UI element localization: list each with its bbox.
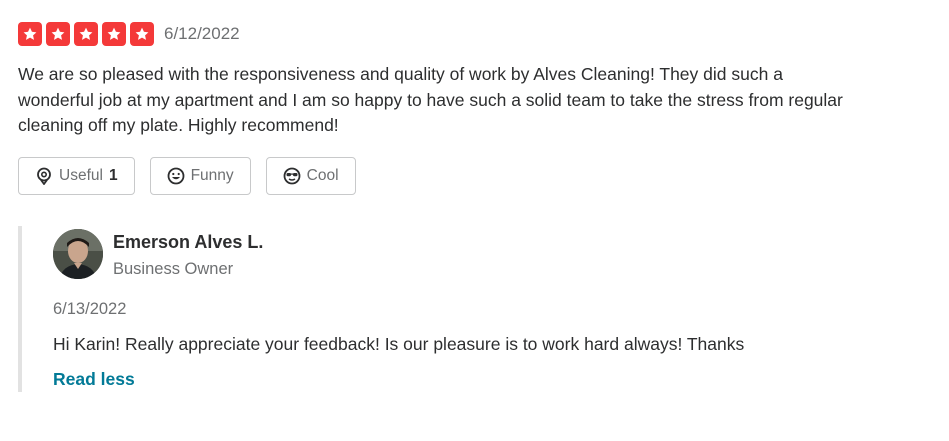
star-rating [18,22,154,46]
review-date: 6/12/2022 [164,24,240,43]
star-icon [18,22,42,46]
star-icon [102,22,126,46]
useful-button[interactable]: Useful 1 [18,157,135,195]
lightbulb-icon [35,167,53,185]
star-icon [130,22,154,46]
reaction-buttons: Useful 1 Funny Cool [18,157,356,195]
review-text: We are so pleased with the responsivenes… [18,64,843,135]
star-icon [46,22,70,46]
rating-row: 6/12/2022 [18,22,240,46]
read-less-link[interactable]: Read less [53,369,135,390]
star-icon [74,22,98,46]
funny-button[interactable]: Funny [149,157,251,195]
owner-name[interactable]: Emerson Alves L. [113,232,263,253]
useful-count: 1 [108,167,118,184]
reply-date: 6/13/2022 [53,300,127,318]
funny-label: Funny [190,167,234,184]
avatar[interactable] [53,229,103,279]
cool-label: Cool [306,167,339,184]
owner-reply: Emerson Alves L. Business Owner 6/13/202… [18,226,918,392]
smile-icon [167,167,185,185]
reply-text: Hi Karin! Really appreciate your feedbac… [53,334,745,354]
useful-label: Useful [59,167,103,184]
sunglasses-icon [283,167,301,185]
cool-button[interactable]: Cool [265,157,356,195]
owner-role: Business Owner [113,260,234,278]
